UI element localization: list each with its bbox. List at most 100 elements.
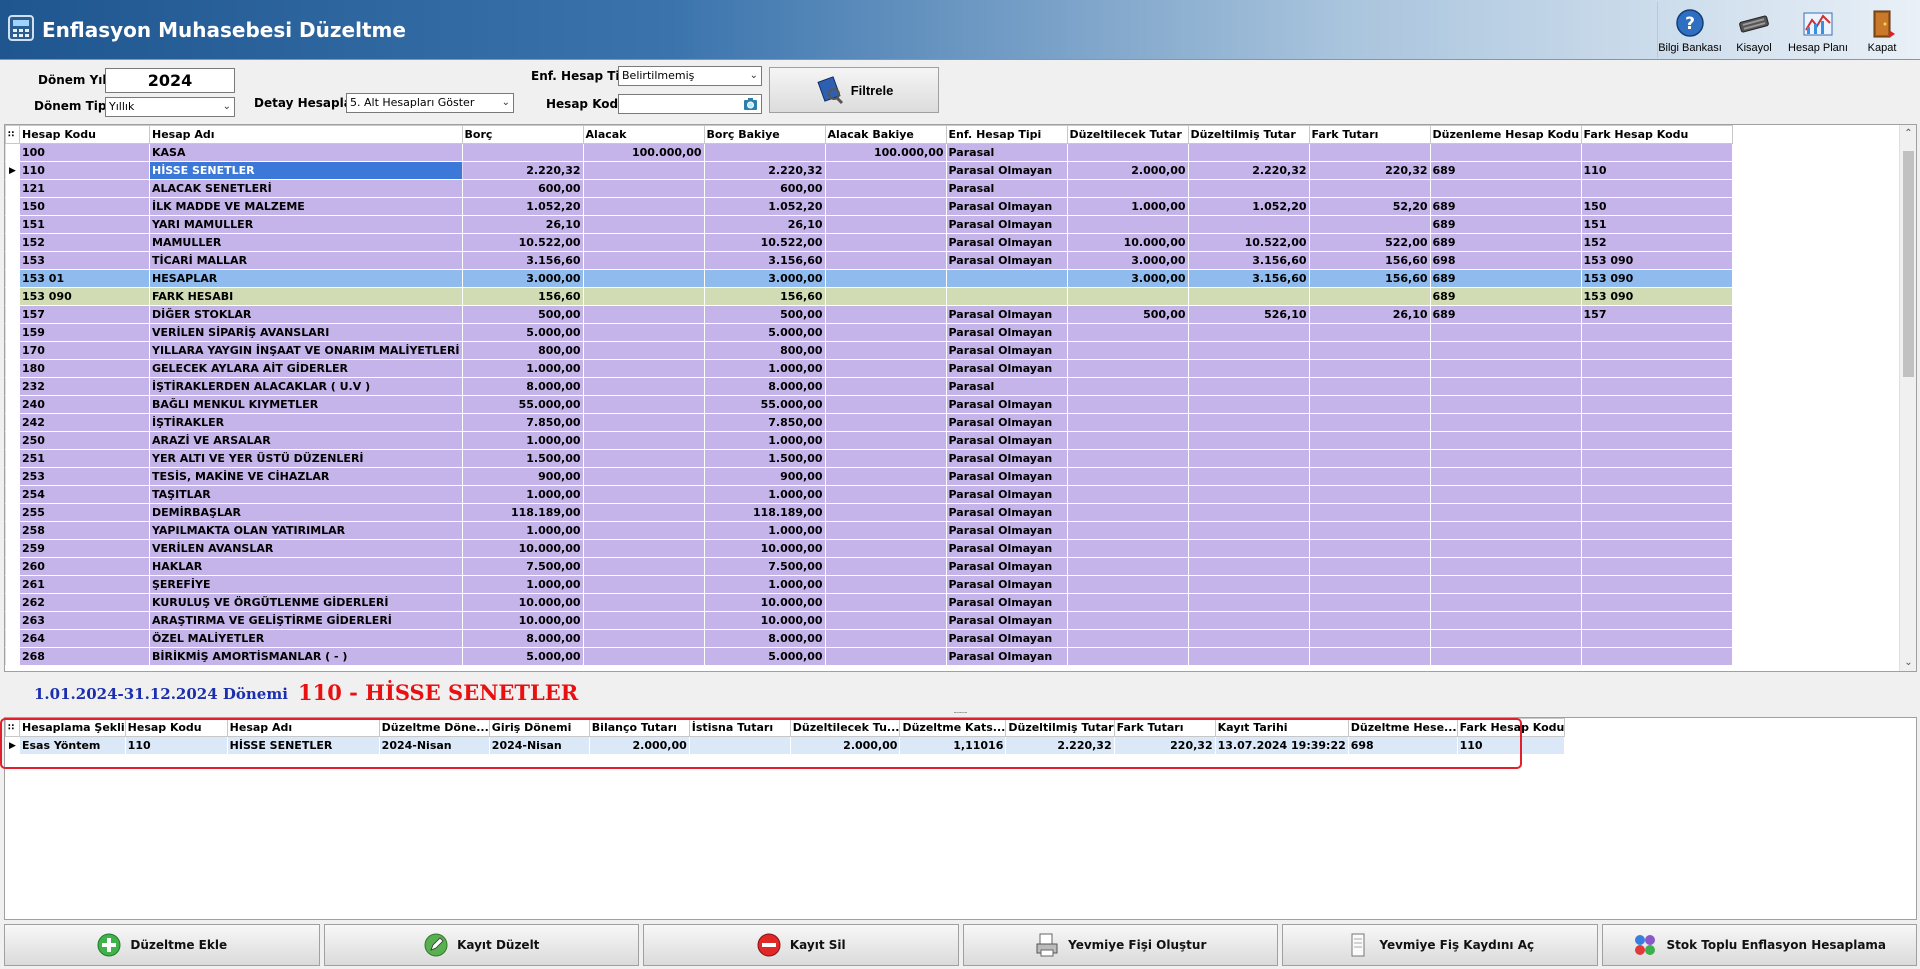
table-cell[interactable] [1580,377,1733,396]
table-cell[interactable] [824,647,947,666]
table-cell[interactable] [824,179,947,198]
table-cell[interactable] [1187,143,1310,162]
table-cell[interactable] [1429,395,1582,414]
table-cell[interactable] [824,359,947,378]
table-cell[interactable]: 10.000,00 [461,539,584,558]
table-cell[interactable]: 26,10 [703,215,826,234]
table-cell[interactable]: 263 [19,611,150,630]
table-cell[interactable] [1580,557,1733,576]
table-cell[interactable] [1308,575,1431,594]
table-cell[interactable] [1308,467,1431,486]
period-type-select[interactable]: Yıllık ⌄ [105,97,235,117]
table-cell[interactable] [582,323,705,342]
table-cell[interactable]: 689 [1429,215,1582,234]
table-cell[interactable] [582,611,705,630]
table-cell[interactable]: 150 [19,197,150,216]
row-indicator[interactable] [5,359,20,378]
table-cell[interactable]: 1.000,00 [703,485,826,504]
table-cell[interactable] [1308,179,1431,198]
table-row[interactable]: 121 ALACAK SENETLERİ 600,00 600,00 Parasal [5,179,1733,198]
table-cell[interactable] [1308,413,1431,432]
table-cell[interactable] [461,143,584,162]
table-cell[interactable] [1066,323,1189,342]
table-cell[interactable] [824,395,947,414]
table-cell[interactable] [1580,449,1733,468]
table-cell[interactable]: 500,00 [703,305,826,324]
table-cell[interactable] [1066,557,1189,576]
table-cell[interactable] [1308,449,1431,468]
table-cell[interactable]: TİCARİ MALLAR [149,251,463,270]
table-cell[interactable]: 526,10 [1187,305,1310,324]
table-cell[interactable] [1580,647,1733,666]
table-cell[interactable] [1308,521,1431,540]
table-row[interactable]: 255 DEMİRBAŞLAR 118.189,00 118.189,00 Parasa… [5,503,1733,522]
table-cell[interactable]: 1.052,20 [461,197,584,216]
table-cell[interactable] [1187,359,1310,378]
table-cell[interactable] [1187,575,1310,594]
table-cell[interactable]: 156,60 [461,287,584,306]
table-cell[interactable]: 2.220,32 [1187,161,1310,180]
table-cell[interactable]: 151 [1580,215,1733,234]
table-cell[interactable]: 10.522,00 [461,233,584,252]
grid-menu-icon[interactable]: ∷ [5,125,20,144]
table-row[interactable]: 242 İŞTİRAKLER 7.850,00 7.850,00 Parasal Olm… [5,413,1733,432]
table-cell[interactable]: 220,32 [1308,161,1431,180]
table-cell[interactable] [945,287,1068,306]
table-cell[interactable] [1580,539,1733,558]
table-cell[interactable]: 26,10 [461,215,584,234]
table-cell[interactable] [1187,647,1310,666]
table-cell[interactable] [824,611,947,630]
table-cell[interactable]: 255 [19,503,150,522]
table-cell[interactable]: Parasal Olmayan [945,593,1068,612]
table-cell[interactable]: 1.000,00 [703,521,826,540]
account-code-input[interactable] [618,94,762,114]
table-cell[interactable] [1429,467,1582,486]
table-row[interactable]: 260 HAKLAR 7.500,00 7.500,00 Parasal Olmayan [5,557,1733,576]
table-cell[interactable] [1429,485,1582,504]
table-cell[interactable]: 26,10 [1308,305,1431,324]
table-cell[interactable] [582,593,705,612]
table-cell[interactable]: 3.000,00 [1066,251,1189,270]
table-cell[interactable]: 156,60 [1308,269,1431,288]
table-cell[interactable] [703,143,826,162]
column-header[interactable]: Düzeltilecek Tutar [1066,125,1189,144]
table-cell[interactable]: 900,00 [461,467,584,486]
table-row[interactable]: 263 ARAŞTIRMA VE GELİŞTİRME GİDERLERİ 10.0… [5,611,1733,630]
table-cell[interactable] [582,341,705,360]
table-cell[interactable] [1066,611,1189,630]
table-cell[interactable] [582,359,705,378]
table-row[interactable]: 268 BİRİKMİŞ AMORTİSMANLAR ( - ) 5.000,00 5… [5,647,1733,666]
table-cell[interactable] [824,431,947,450]
table-cell[interactable] [582,377,705,396]
table-cell[interactable]: YARI MAMULLER [149,215,463,234]
table-cell[interactable] [582,161,705,180]
table-cell[interactable]: 522,00 [1308,233,1431,252]
table-cell[interactable]: 55.000,00 [703,395,826,414]
table-cell[interactable]: HESAPLAR [149,269,463,288]
row-indicator[interactable] [5,539,20,558]
column-header[interactable]: Alacak [582,125,705,144]
table-cell[interactable]: 8.000,00 [461,629,584,648]
table-cell[interactable] [582,557,705,576]
table-cell[interactable]: 8.000,00 [703,629,826,648]
table-cell[interactable] [824,269,947,288]
add-adjustment-button[interactable]: Düzeltme Ekle [4,924,320,966]
table-cell[interactable]: 3.000,00 [703,269,826,288]
column-header[interactable]: Hesap Kodu [19,125,150,144]
table-row[interactable]: 250 ARAZİ VE ARSALAR 1.000,00 1.000,00 Paras… [5,431,1733,450]
table-row[interactable]: 251 YER ALTI VE YER ÜSTÜ DÜZENLERİ 1.500,0… [5,449,1733,468]
table-row[interactable]: 262 KURULUŞ VE ÖRGÜTLENME GİDERLERİ 10.000… [5,593,1733,612]
table-cell[interactable]: Parasal Olmayan [945,449,1068,468]
table-cell[interactable]: Parasal Olmayan [945,575,1068,594]
table-cell[interactable]: 3.156,60 [1187,251,1310,270]
table-row[interactable]: 170 YILLARA YAYGIN İNŞAAT VE ONARIM MALİY… [5,341,1733,360]
table-cell[interactable]: 8.000,00 [703,377,826,396]
table-cell[interactable] [582,233,705,252]
table-cell[interactable] [1066,449,1189,468]
table-cell[interactable]: 3.000,00 [461,269,584,288]
table-cell[interactable]: 3.156,60 [703,251,826,270]
period-year-input[interactable]: 2024 [105,68,235,93]
table-cell[interactable]: 1.000,00 [461,431,584,450]
table-cell[interactable] [824,557,947,576]
table-row[interactable]: 157 DİĞER STOKLAR 500,00 500,00 Parasal Olma… [5,305,1733,324]
